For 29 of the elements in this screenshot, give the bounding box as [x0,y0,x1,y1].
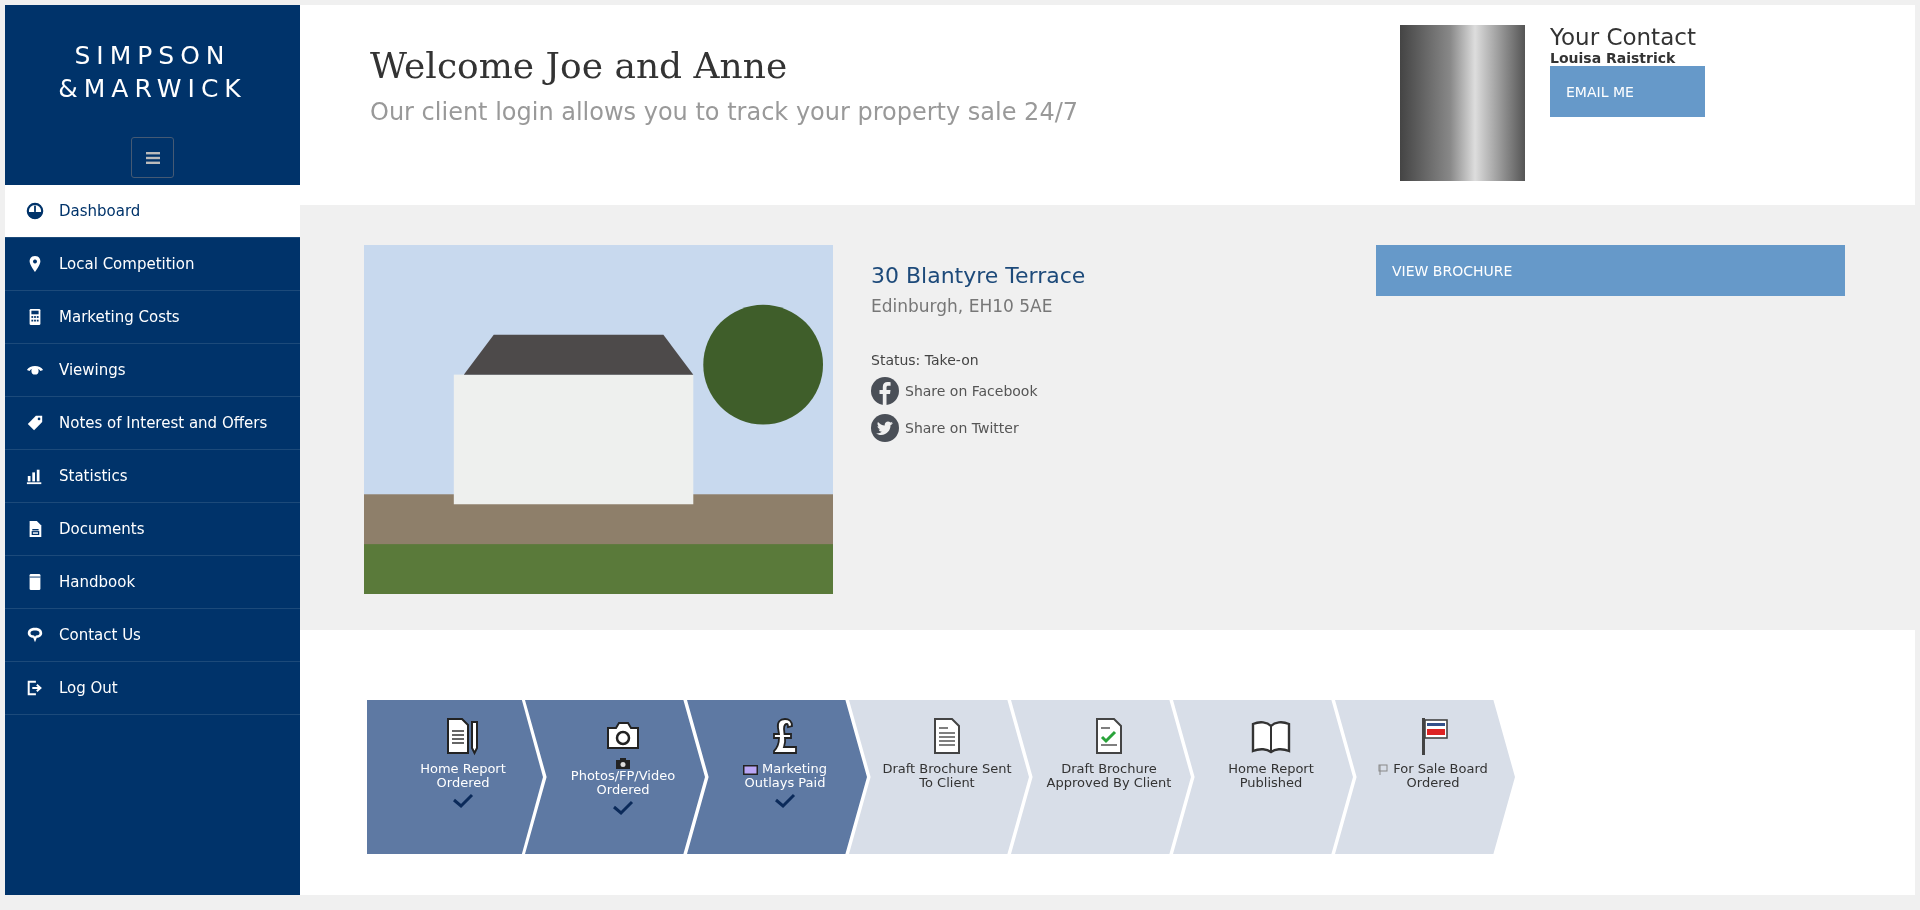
step-label: For Sale Board Ordered [1365,762,1501,790]
step-label: Home Report Published [1227,762,1315,790]
menu-button[interactable] [131,137,174,178]
property-locality: Edinburgh, EH10 5AE [871,296,1054,316]
bar-chart-icon [26,467,44,485]
speech-bubble-icon [26,626,44,644]
step-label: Photos/FP/Video Ordered [569,769,677,797]
banknote-icon [743,764,759,775]
step-label: Draft Brochure Approved By Client [1045,762,1173,790]
twitter-share-link[interactable]: Share on Twitter [871,414,1376,442]
menu-icon [145,151,160,164]
welcome-title: Welcome Joe and Anne [370,45,789,86]
gauge-icon [26,202,44,220]
property-address: 30 Blantyre Terrace [871,263,1087,288]
facebook-share-link[interactable]: Share on Facebook [871,377,1376,405]
step-label: Home Report Ordered [419,762,507,790]
step-label: Marketing Outlays Paid [742,762,828,790]
welcome-subtitle: Our client login allows you to track your property sale 24/7 [370,98,1078,126]
logo[interactable]: SIMPSON &MARWICK [5,5,300,101]
contact-name: Louisa Raistrick [1550,50,1676,67]
tag-icon [26,414,44,432]
step-label: Draft Brochure Sent To Client [881,762,1013,790]
sidebar-item[interactable]: Dashboard [5,185,300,238]
bird-icon [871,414,899,442]
camera-icon [616,758,630,769]
facebook-icon [871,377,899,405]
property-status: Status: Take-on [871,352,980,368]
contact-heading: Your Contact [1550,25,1696,51]
logout-icon [26,679,44,697]
